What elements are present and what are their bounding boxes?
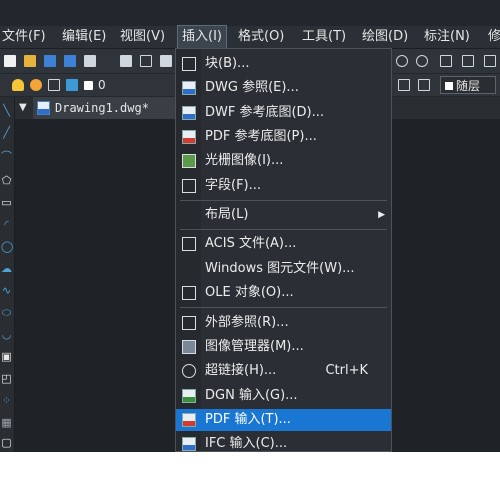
menu-item-pdf-import[interactable]: PDF 输入(T)... — [176, 409, 391, 431]
layer-color-swatch — [84, 81, 93, 90]
menu-item-block[interactable]: 块(B)... — [176, 53, 391, 75]
ole-icon — [182, 286, 196, 300]
pdf-underlay-icon — [182, 130, 196, 144]
menu-bar: 文件(F) 编辑(E) 视图(V) 插入(I) 格式(O) 工具(T) 绘图(D… — [0, 25, 500, 49]
line-icon[interactable]: ╲ — [1, 105, 12, 116]
menu-separator — [180, 200, 387, 201]
point-icon[interactable]: ⁘ — [1, 395, 12, 406]
menu-item-layout[interactable]: 布局(L) ▶ — [176, 204, 391, 226]
hyperlink-icon — [182, 364, 196, 378]
menu-item-windows-metafile[interactable]: Windows 图元文件(W)... — [176, 258, 391, 280]
revision-cloud-icon[interactable]: ☁ — [1, 263, 12, 274]
submenu-arrow-icon: ▶ — [378, 210, 385, 220]
menu-dimension[interactable]: 标注(N) — [424, 26, 470, 48]
cad-app-window: 文件(F) 编辑(E) 视图(V) 插入(I) 格式(O) 工具(T) 绘图(D… — [0, 0, 500, 452]
menu-item-ole-object[interactable]: OLE 对象(O)... — [176, 282, 391, 304]
image-manager-icon — [182, 340, 196, 354]
arc-icon[interactable]: ◜ — [1, 219, 12, 230]
layer-previous-icon[interactable] — [418, 79, 430, 91]
layer-match-icon[interactable] — [398, 79, 410, 91]
ifc-import-icon — [182, 437, 196, 451]
tab-drawing1-label: Drawing1.dwg* — [55, 101, 149, 115]
pdf-import-icon — [182, 413, 196, 427]
menu-separator — [180, 229, 387, 230]
color-control-label: 随层 — [456, 79, 481, 93]
field-icon — [182, 179, 196, 193]
menu-item-acis[interactable]: ACIS 文件(A)... — [176, 233, 391, 255]
menu-view[interactable]: 视图(V) — [120, 26, 165, 48]
menu-tools[interactable]: 工具(T) — [302, 26, 346, 48]
ellipse-icon[interactable]: ⬭ — [1, 307, 12, 318]
rectangle-icon[interactable]: ▭ — [1, 197, 12, 208]
hatch-icon[interactable]: ▦ — [1, 417, 12, 428]
ellipse-arc-icon[interactable]: ◡ — [1, 329, 12, 340]
menu-item-xref[interactable]: 外部参照(R)... — [176, 312, 391, 334]
gradient-icon[interactable]: ▢ — [1, 437, 12, 448]
save-icon[interactable] — [44, 55, 56, 67]
zoom-window-icon[interactable] — [416, 55, 428, 67]
new-icon[interactable] — [4, 55, 16, 67]
dwg-file-icon — [37, 101, 50, 115]
menu-item-dgn-import[interactable]: DGN 输入(G)... — [176, 385, 391, 407]
publish-icon[interactable] — [160, 55, 172, 67]
menu-file[interactable]: 文件(F) — [2, 26, 46, 48]
polygon-icon[interactable]: ⬠ — [1, 175, 12, 186]
make-block-icon[interactable]: ◰ — [1, 373, 12, 384]
dgn-import-icon — [182, 389, 196, 403]
construction-line-icon[interactable]: ╱ — [1, 127, 12, 138]
menu-item-image-manager[interactable]: 图像管理器(M)... — [176, 336, 391, 358]
menu-insert[interactable]: 插入(I) — [177, 25, 227, 49]
layer-freeze-icon[interactable] — [30, 79, 42, 91]
save-as-icon[interactable] — [64, 55, 76, 67]
dwf-underlay-icon — [182, 106, 196, 120]
design-center-icon[interactable] — [462, 55, 474, 67]
menu-item-raster-image[interactable]: 光栅图像(I)... — [176, 150, 391, 172]
dwg-reference-icon — [182, 81, 196, 95]
layer-lock-icon[interactable] — [66, 79, 78, 91]
color-swatch — [445, 82, 453, 90]
xref-icon — [182, 316, 196, 330]
insert-menu-dropdown: 块(B)... DWG 参照(E)... DWF 参考底图(D)... PDF … — [175, 48, 392, 452]
current-layer[interactable]: 0 — [98, 74, 106, 96]
layer-on-icon[interactable] — [12, 79, 24, 91]
menu-edit[interactable]: 编辑(E) — [62, 26, 106, 48]
block-icon — [182, 57, 196, 71]
tab-collapse-icon[interactable]: ▼ — [19, 97, 27, 119]
menu-modify[interactable]: 修 — [488, 26, 500, 48]
menu-draw[interactable]: 绘图(D) — [362, 26, 408, 48]
menu-item-hyperlink[interactable]: 超链接(H)... Ctrl+K — [176, 360, 391, 382]
menu-item-ifc-import[interactable]: IFC 输入(C)... — [176, 433, 391, 451]
menu-item-dwf-underlay[interactable]: DWF 参考底图(D)... — [176, 102, 391, 124]
preview-icon[interactable] — [140, 55, 152, 67]
tab-drawing1[interactable]: Drawing1.dwg* — [33, 97, 193, 119]
open-icon[interactable] — [24, 55, 36, 67]
multi-save-icon[interactable] — [84, 55, 96, 67]
menu-item-field[interactable]: 字段(F)... — [176, 175, 391, 197]
color-control[interactable]: 随层 — [440, 76, 496, 94]
zoom-realtime-icon[interactable] — [396, 55, 408, 67]
spline-icon[interactable]: ∿ — [1, 285, 12, 296]
acis-icon — [182, 237, 196, 251]
insert-block-icon[interactable]: ▣ — [1, 351, 12, 362]
print-icon[interactable] — [120, 55, 132, 67]
menu-item-pdf-underlay[interactable]: PDF 参考底图(P)... — [176, 126, 391, 148]
circle-icon[interactable]: ◯ — [1, 241, 13, 252]
menu-separator — [180, 307, 387, 308]
tool-palette-icon[interactable] — [484, 55, 496, 67]
polyline-icon[interactable]: ⌒ — [1, 151, 12, 162]
layer-viewport-icon[interactable] — [48, 79, 60, 91]
menu-format[interactable]: 格式(O) — [238, 26, 284, 48]
menu-item-dwg-reference[interactable]: DWG 参照(E)... — [176, 77, 391, 99]
raster-image-icon — [182, 154, 196, 168]
properties-icon[interactable] — [440, 55, 452, 67]
draw-toolbar: ╲ ╱ ⌒ ⬠ ▭ ◜ ◯ ☁ ∿ ⬭ ◡ ▣ ◰ ⁘ ▦ ▢ — [0, 97, 15, 452]
hyperlink-shortcut: Ctrl+K — [325, 363, 368, 378]
